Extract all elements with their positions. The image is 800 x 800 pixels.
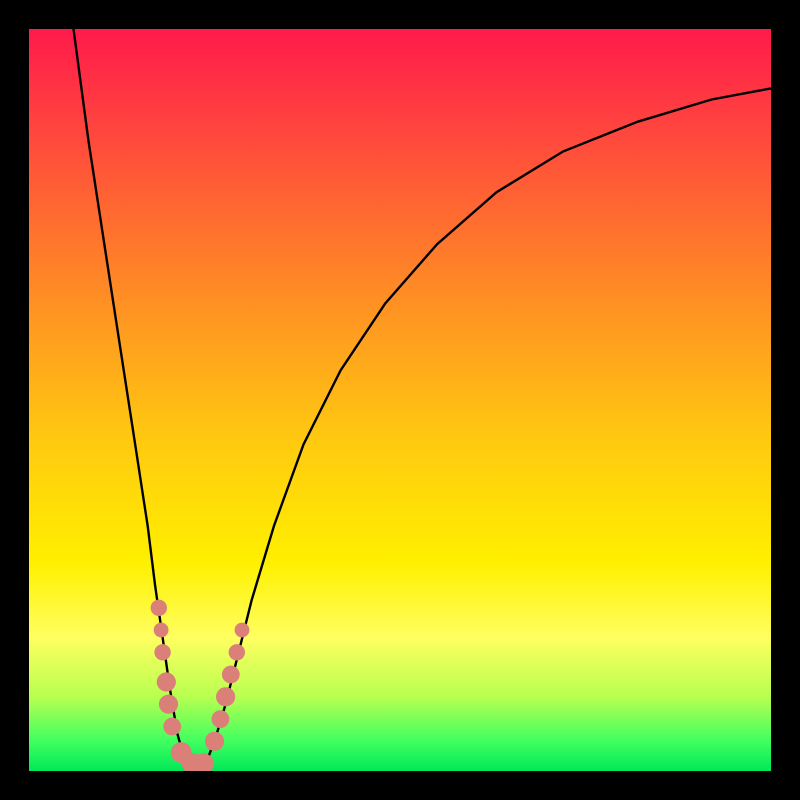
data-marker (229, 644, 245, 660)
data-marker (193, 753, 214, 774)
data-marker (216, 687, 235, 706)
data-markers (151, 600, 250, 774)
data-marker (157, 672, 176, 691)
watermark-text: TheBottleneck.com (573, 4, 766, 30)
data-marker (154, 623, 169, 638)
data-marker (154, 644, 170, 660)
data-marker (212, 710, 230, 728)
data-marker (159, 695, 178, 714)
data-marker (235, 623, 250, 638)
bottleneck-curve (74, 29, 772, 767)
data-marker (205, 732, 224, 751)
chart-svg (29, 29, 771, 771)
data-marker (163, 718, 181, 736)
data-marker (222, 666, 240, 684)
data-marker (151, 600, 167, 616)
